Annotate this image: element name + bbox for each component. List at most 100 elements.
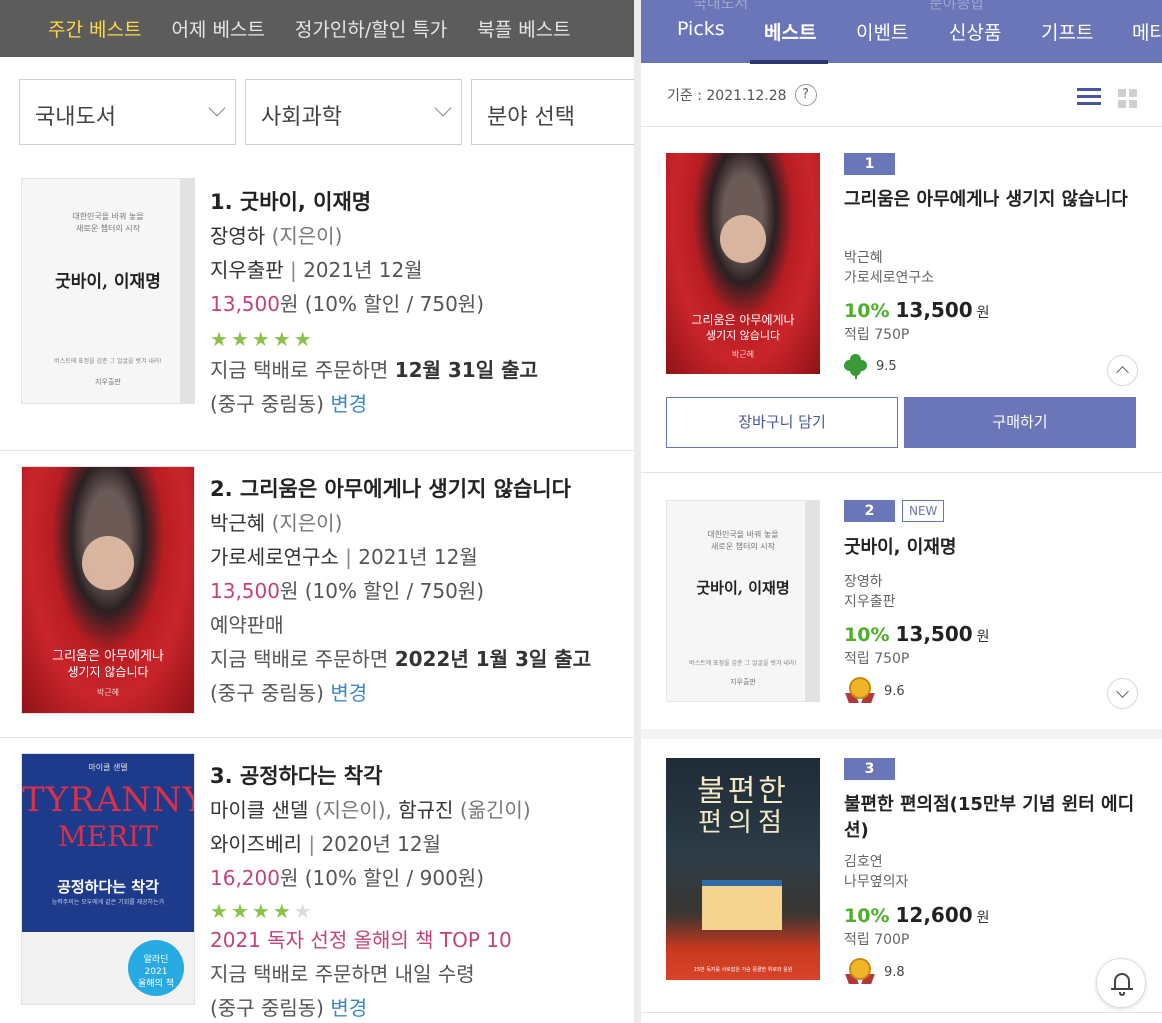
subcategory-select-value: 사회과학 xyxy=(261,105,342,130)
star-icon: ★ xyxy=(251,899,270,923)
field-select-value: 분야 선택 xyxy=(487,105,575,130)
book-translator[interactable]: 함규진 xyxy=(398,798,453,822)
cover-tagline: 대한민국을 바꿔 놓을 새로운 챕터의 시작 xyxy=(72,212,144,233)
book-author[interactable]: 박근혜 xyxy=(210,511,265,535)
book-cover[interactable]: 불편한 편의점 15만 독자를 사로잡은 가슴 뭉클한 위로와 응원 xyxy=(666,758,820,980)
active-tab-indicator xyxy=(750,60,828,64)
star-icon: ★ xyxy=(251,327,270,351)
book-publisher[interactable]: 와이즈베리 xyxy=(210,832,302,856)
book-cover[interactable]: 그리움은 아무에게나 생기지 않습니다 박근혜 xyxy=(21,466,195,714)
translator-role: (옮긴이) xyxy=(459,798,531,822)
book-publisher[interactable]: 지우출판 xyxy=(210,258,284,282)
price-unit: 원 xyxy=(279,292,299,316)
book-author[interactable]: 박근혜 xyxy=(844,248,883,268)
buy-button[interactable]: 구매하기 xyxy=(904,397,1136,448)
book-cover[interactable]: 대한민국을 바꿔 놓을 새로운 챕터의 시작 굿바이, 이재명 버스트에 표정을… xyxy=(21,178,195,404)
change-location-link[interactable]: 변경 xyxy=(330,392,367,416)
new-badge: NEW xyxy=(902,500,945,522)
book-publisher[interactable]: 지우출판 xyxy=(844,592,896,612)
book-price: 12,600 xyxy=(895,903,973,927)
nav-picks[interactable]: Picks xyxy=(677,18,725,40)
star-icon: ★ xyxy=(293,327,312,351)
subcategory-select[interactable]: 사회과학 xyxy=(245,79,462,145)
category-select-value: 국내도서 xyxy=(35,105,116,130)
book-publisher[interactable]: 가로세로연구소 xyxy=(210,545,339,569)
book-title[interactable]: 1. 굿바이, 이재명 xyxy=(210,185,538,219)
expand-button[interactable] xyxy=(1107,678,1138,709)
field-select[interactable]: 분야 선택 xyxy=(471,79,634,145)
filter-bar: 국내도서 사회과학 분야 선택 xyxy=(19,79,634,145)
reward-points: 적립 750P xyxy=(844,651,910,667)
add-to-cart-button[interactable]: 장바구니 담기 xyxy=(666,397,898,448)
book-title[interactable]: 2. 그리움은 아무에게나 생기지 않습니다 xyxy=(210,472,591,506)
tab-price-cut[interactable]: 정가인하/할인 특가 xyxy=(295,15,447,42)
author-role: (지은이), xyxy=(314,798,399,822)
book-cover[interactable]: 대한민국을 바꿔 놓을 새로운 챕터의 시작 굿바이, 이재명 버스트에 표정을… xyxy=(666,500,820,702)
book-author[interactable]: 마이클 샌델 xyxy=(210,798,308,822)
book-author[interactable]: 장영하 xyxy=(210,224,265,248)
help-icon[interactable]: ? xyxy=(794,84,817,106)
discount-percent: 10% xyxy=(844,905,890,927)
book-publisher[interactable]: 나무옆의자 xyxy=(844,872,908,892)
cover-title-en-1: TYRANNY xyxy=(22,780,195,820)
book-title[interactable]: 불편한 편의점(15만부 기념 윈터 에디션) xyxy=(844,792,1144,844)
book-author[interactable]: 장영하 xyxy=(844,572,883,592)
rank-badge: 2 xyxy=(844,500,895,522)
cover-publisher: 지우출판 xyxy=(730,678,756,686)
rank-badge: 1 xyxy=(844,153,895,175)
book-price: 13,500 xyxy=(895,622,973,646)
grid-view-icon[interactable] xyxy=(1118,89,1137,108)
nav-new[interactable]: 신상품 xyxy=(949,18,1001,45)
book-discount: (10% 할인 / 750원) xyxy=(304,292,484,316)
book-date: 2020년 12월 xyxy=(321,832,441,856)
divider xyxy=(641,1012,1162,1013)
tab-bookple-best[interactable]: 북플 베스트 xyxy=(477,15,570,42)
book-discount: (10% 할인 / 900원) xyxy=(304,866,484,890)
book-discount: (10% 할인 / 750원) xyxy=(304,579,484,603)
star-icon: ★ xyxy=(210,327,228,351)
location: (중구 중림동) xyxy=(210,392,331,416)
collapse-button[interactable] xyxy=(1107,355,1138,386)
tab-weekly-best[interactable]: 주간 베스트 xyxy=(48,15,141,42)
price-unit: 원 xyxy=(976,910,990,926)
cover-title-line1: 그리움은 아무에게나 xyxy=(52,649,164,664)
cover-subtitle: 버스트에 표정을 감춘 그 얼굴을 벗겨 내라! xyxy=(54,358,162,365)
nav-more[interactable]: 메타 xyxy=(1132,18,1162,45)
book-cover[interactable]: 마이클 샌델 TYRANNY MERIT 공정하다는 착각 능력주의는 모두에게… xyxy=(21,753,195,1005)
book-info: 2. 그리움은 아무에게나 생기지 않습니다 박근혜 (지은이) 가로세로연구소… xyxy=(210,472,591,710)
book-publisher[interactable]: 가로세로연구소 xyxy=(844,268,934,288)
book-title[interactable]: 굿바이, 이재명 xyxy=(844,535,1144,561)
chevron-down-icon xyxy=(434,99,452,117)
book-price: 13,500 xyxy=(210,579,280,603)
discount-percent: 10% xyxy=(844,624,890,646)
change-location-link[interactable]: 변경 xyxy=(330,681,367,705)
book-title[interactable]: 3. 공정하다는 착각 xyxy=(210,759,531,793)
rating: 9.8 xyxy=(844,958,905,986)
cover-title: 공정하다는 착각 xyxy=(57,878,159,896)
section-gap xyxy=(641,729,1162,739)
book-author[interactable]: 김호연 xyxy=(844,852,883,872)
nav-gift[interactable]: 기프트 xyxy=(1041,18,1093,45)
notification-bell-icon[interactable] xyxy=(1096,958,1146,1008)
book-title[interactable]: 그리움은 아무에게나 생기지 않습니다 xyxy=(844,187,1144,213)
rating-stars: ★ ★ ★ ★ ★ xyxy=(210,901,531,921)
category-select[interactable]: 국내도서 xyxy=(19,79,236,145)
book-info: 1. 굿바이, 이재명 장영하 (지은이) 지우출판 | 2021년 12월 1… xyxy=(210,185,538,421)
list-view-icon[interactable] xyxy=(1077,88,1101,108)
change-location-link[interactable]: 변경 xyxy=(330,996,367,1020)
rank-badge: 3 xyxy=(844,758,895,780)
award-text[interactable]: 2021 독자 선정 올해의 책 TOP 10 xyxy=(210,923,531,957)
star-icon: ★ xyxy=(230,899,249,923)
nav-event[interactable]: 이벤트 xyxy=(856,18,908,45)
rating: 9.6 xyxy=(844,677,905,705)
nav-best[interactable]: 베스트 xyxy=(764,18,816,45)
book-cover[interactable]: 그리움은 아무에게나 생기지 않습니다 박근혜 xyxy=(666,153,820,374)
divider xyxy=(641,472,1162,473)
reward-points: 적립 750P xyxy=(844,327,910,343)
bestseller-tabs: 주간 베스트 어제 베스트 정가인하/할인 특가 북플 베스트 xyxy=(0,0,634,57)
price-unit: 원 xyxy=(279,579,299,603)
tab-yesterday-best[interactable]: 어제 베스트 xyxy=(171,15,264,42)
rating: 9.5 xyxy=(844,354,897,379)
location: (중구 중림동) xyxy=(210,996,331,1020)
reward-points: 적립 700P xyxy=(844,932,910,948)
